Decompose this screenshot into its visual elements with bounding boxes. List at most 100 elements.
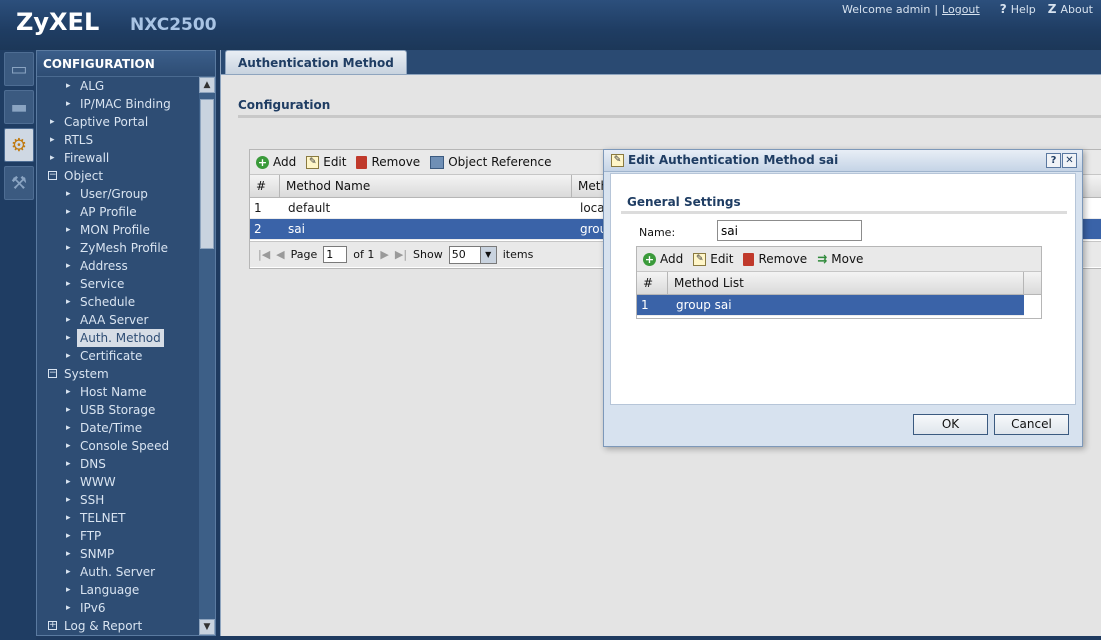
sidebar-item-mon-profile[interactable]: ▸ MON Profile — [37, 221, 200, 239]
dashboard-icon[interactable]: ▭ — [4, 52, 34, 86]
sidebar-item-auth-server[interactable]: ▸ Auth. Server — [37, 563, 200, 581]
edit-label: Edit — [323, 155, 347, 169]
column-header-num[interactable]: # — [250, 175, 280, 198]
sidebar-item-label: Language — [80, 583, 140, 597]
add-button[interactable]: + Add — [256, 155, 296, 169]
column-header-method-name[interactable]: Method Name — [280, 175, 572, 198]
page-size-select[interactable]: 50 ▼ — [448, 245, 497, 264]
sidebar-item-label: USB Storage — [80, 403, 156, 417]
about-icon[interactable]: Z — [1048, 2, 1057, 16]
scroll-down-icon[interactable]: ▼ — [199, 619, 215, 635]
sidebar-item-label: WWW — [80, 475, 116, 489]
sidebar-item-ftp[interactable]: ▸ FTP — [37, 527, 200, 545]
configuration-gear-icon[interactable]: ⚙ — [4, 128, 34, 162]
sidebar-item-host-name[interactable]: ▸ Host Name — [37, 383, 200, 401]
welcome-text: Welcome admin — [842, 2, 931, 16]
edit-button[interactable]: ✎ Edit — [306, 155, 346, 169]
about-link[interactable]: About — [1060, 3, 1093, 16]
sidebar-item-captive-portal[interactable]: ▸ Captive Portal — [37, 113, 200, 131]
sidebar-item-telnet[interactable]: ▸ TELNET — [37, 509, 200, 527]
ok-button[interactable]: OK — [913, 414, 988, 435]
sidebar-item-log-report[interactable]: + Log & Report — [37, 617, 200, 635]
sidebar-item-ip-mac-binding[interactable]: ▸ IP/MAC Binding — [37, 95, 200, 113]
maintenance-icon[interactable]: ⚒ — [4, 166, 34, 200]
sidebar-item-console-speed[interactable]: ▸ Console Speed — [37, 437, 200, 455]
remove-button[interactable]: Remove — [356, 155, 420, 169]
sidebar-item-label: Log & Report — [64, 619, 143, 633]
first-page-icon[interactable]: |◀ — [258, 248, 270, 261]
move-button[interactable]: ⇉ Move — [817, 252, 863, 266]
sidebar-item-rtls[interactable]: ▸ RTLS — [37, 131, 200, 149]
name-field[interactable] — [717, 220, 862, 241]
page-input[interactable] — [323, 246, 348, 263]
add-button[interactable]: + Add — [643, 252, 683, 266]
bullet-icon: ▸ — [66, 207, 71, 217]
expand-icon[interactable]: + — [48, 621, 57, 630]
remove-button[interactable]: Remove — [743, 252, 807, 266]
sidebar-item-object[interactable]: − Object — [37, 167, 200, 185]
remove-label: Remove — [758, 252, 808, 266]
bullet-icon: ▸ — [66, 531, 71, 541]
sidebar-item-ssh[interactable]: ▸ SSH — [37, 491, 200, 509]
method-list-row[interactable]: 1 group sai — [637, 295, 1024, 316]
sidebar-item-label: SSH — [80, 493, 105, 507]
collapse-icon[interactable]: − — [48, 369, 57, 378]
bullet-icon: ▸ — [66, 225, 71, 235]
cancel-button[interactable]: Cancel — [994, 414, 1069, 435]
sidebar-item-date-time[interactable]: ▸ Date/Time — [37, 419, 200, 437]
sidebar-item-language[interactable]: ▸ Language — [37, 581, 200, 599]
last-page-icon[interactable]: ▶| — [395, 248, 407, 261]
help-icon[interactable]: ? — [1046, 153, 1061, 168]
next-page-icon[interactable]: ▶ — [380, 248, 388, 261]
tab-authentication-method[interactable]: Authentication Method — [225, 50, 407, 74]
sidebar-item-service[interactable]: ▸ Service — [37, 275, 200, 293]
sidebar-item-label: SNMP — [80, 547, 115, 561]
sidebar-item-address[interactable]: ▸ Address — [37, 257, 200, 275]
scroll-up-icon[interactable]: ▲ — [199, 77, 215, 93]
sidebar-item-zymesh-profile[interactable]: ▸ ZyMesh Profile — [37, 239, 200, 257]
sidebar-item-label: Service — [80, 277, 125, 291]
sidebar-item-aaa-server[interactable]: ▸ AAA Server — [37, 311, 200, 329]
sidebar-item-firewall[interactable]: ▸ Firewall — [37, 149, 200, 167]
sidebar-item-label: Date/Time — [80, 421, 143, 435]
collapse-icon[interactable]: − — [48, 171, 57, 180]
column-header-num[interactable]: # — [637, 272, 668, 295]
sidebar-item-ap-profile[interactable]: ▸ AP Profile — [37, 203, 200, 221]
dialog-titlebar[interactable]: ✎ Edit Authentication Method sai ? ✕ — [604, 150, 1082, 172]
help-link[interactable]: Help — [1011, 3, 1036, 16]
model-name: NXC2500 — [130, 15, 217, 35]
object-reference-label: Object Reference — [448, 155, 552, 169]
bullet-icon: ▸ — [66, 243, 71, 253]
edit-icon: ✎ — [611, 154, 624, 167]
column-header-method-list[interactable]: Method List — [668, 272, 1024, 295]
prev-page-icon[interactable]: ◀ — [276, 248, 284, 261]
sidebar-item-snmp[interactable]: ▸ SNMP — [37, 545, 200, 563]
top-header: ZyXEL NXC2500 Welcome admin | Logout ? H… — [0, 0, 1101, 50]
sidebar-item-system[interactable]: − System — [37, 365, 200, 383]
object-reference-button[interactable]: Object Reference — [430, 155, 552, 169]
help-icon[interactable]: ? — [1000, 2, 1007, 16]
sidebar-scrollbar[interactable]: ▲ ▼ — [199, 77, 215, 635]
monitor-icon[interactable]: ▬ — [4, 90, 34, 124]
brand-logo: ZyXEL — [16, 8, 100, 36]
scroll-thumb[interactable] — [200, 99, 214, 249]
add-label: Add — [660, 252, 684, 266]
sidebar-item-auth-method[interactable]: ▸ Auth. Method — [37, 329, 200, 347]
bullet-icon: ▸ — [66, 351, 71, 361]
sidebar-item-certificate[interactable]: ▸ Certificate — [37, 347, 200, 365]
sidebar-item-dns[interactable]: ▸ DNS — [37, 455, 200, 473]
sidebar-item-www[interactable]: ▸ WWW — [37, 473, 200, 491]
logout-link[interactable]: Logout — [942, 3, 980, 16]
sidebar-item-label: ALG — [80, 79, 105, 93]
chevron-down-icon[interactable]: ▼ — [479, 246, 496, 263]
edit-button[interactable]: ✎ Edit — [693, 252, 733, 266]
bullet-icon: ▸ — [66, 189, 71, 199]
close-icon[interactable]: ✕ — [1062, 153, 1077, 168]
sidebar-item-ipv6[interactable]: ▸ IPv6 — [37, 599, 200, 617]
bullet-icon: ▸ — [66, 297, 71, 307]
sidebar-item-alg[interactable]: ▸ ALG — [37, 77, 200, 95]
sidebar-item-user-group[interactable]: ▸ User/Group — [37, 185, 200, 203]
bullet-icon: ▸ — [50, 117, 55, 127]
sidebar-item-schedule[interactable]: ▸ Schedule — [37, 293, 200, 311]
sidebar-item-usb-storage[interactable]: ▸ USB Storage — [37, 401, 200, 419]
